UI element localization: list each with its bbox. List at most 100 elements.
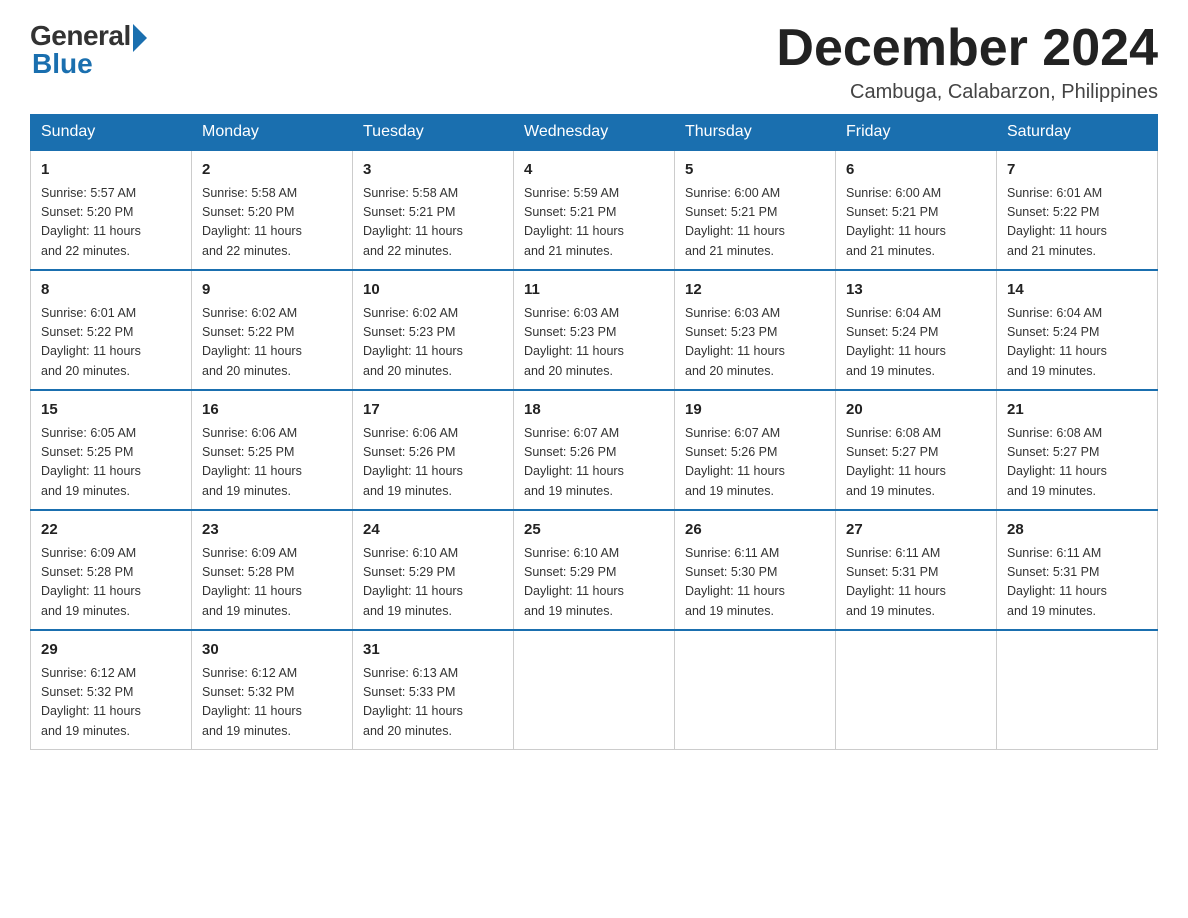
day-number: 1	[41, 159, 181, 182]
day-number: 24	[363, 519, 503, 542]
day-number: 8	[41, 279, 181, 302]
calendar-cell: 17Sunrise: 6:06 AM Sunset: 5:26 PM Dayli…	[353, 390, 514, 510]
header-saturday: Saturday	[997, 115, 1158, 151]
day-info: Sunrise: 6:01 AM Sunset: 5:22 PM Dayligh…	[1007, 184, 1147, 262]
calendar-cell: 2Sunrise: 5:58 AM Sunset: 5:20 PM Daylig…	[192, 150, 353, 270]
logo: General Blue	[30, 20, 147, 80]
calendar-cell: 31Sunrise: 6:13 AM Sunset: 5:33 PM Dayli…	[353, 630, 514, 750]
day-info: Sunrise: 6:02 AM Sunset: 5:22 PM Dayligh…	[202, 304, 342, 382]
day-number: 13	[846, 279, 986, 302]
calendar-cell: 23Sunrise: 6:09 AM Sunset: 5:28 PM Dayli…	[192, 510, 353, 630]
calendar-week-row: 1Sunrise: 5:57 AM Sunset: 5:20 PM Daylig…	[31, 150, 1158, 270]
day-number: 27	[846, 519, 986, 542]
logo-blue-text: Blue	[30, 48, 93, 80]
day-info: Sunrise: 5:58 AM Sunset: 5:20 PM Dayligh…	[202, 184, 342, 262]
day-info: Sunrise: 6:04 AM Sunset: 5:24 PM Dayligh…	[846, 304, 986, 382]
calendar-cell: 3Sunrise: 5:58 AM Sunset: 5:21 PM Daylig…	[353, 150, 514, 270]
calendar-cell: 22Sunrise: 6:09 AM Sunset: 5:28 PM Dayli…	[31, 510, 192, 630]
header-sunday: Sunday	[31, 115, 192, 151]
day-info: Sunrise: 6:02 AM Sunset: 5:23 PM Dayligh…	[363, 304, 503, 382]
calendar-table: SundayMondayTuesdayWednesdayThursdayFrid…	[30, 114, 1158, 750]
day-info: Sunrise: 6:03 AM Sunset: 5:23 PM Dayligh…	[524, 304, 664, 382]
day-info: Sunrise: 6:08 AM Sunset: 5:27 PM Dayligh…	[846, 424, 986, 502]
day-number: 26	[685, 519, 825, 542]
calendar-cell: 15Sunrise: 6:05 AM Sunset: 5:25 PM Dayli…	[31, 390, 192, 510]
day-info: Sunrise: 6:06 AM Sunset: 5:26 PM Dayligh…	[363, 424, 503, 502]
day-info: Sunrise: 5:57 AM Sunset: 5:20 PM Dayligh…	[41, 184, 181, 262]
calendar-cell: 8Sunrise: 6:01 AM Sunset: 5:22 PM Daylig…	[31, 270, 192, 390]
day-number: 4	[524, 159, 664, 182]
calendar-cell: 24Sunrise: 6:10 AM Sunset: 5:29 PM Dayli…	[353, 510, 514, 630]
calendar-cell: 7Sunrise: 6:01 AM Sunset: 5:22 PM Daylig…	[997, 150, 1158, 270]
calendar-cell: 9Sunrise: 6:02 AM Sunset: 5:22 PM Daylig…	[192, 270, 353, 390]
day-number: 19	[685, 399, 825, 422]
month-title: December 2024	[776, 20, 1158, 77]
calendar-cell	[997, 630, 1158, 750]
calendar-cell: 25Sunrise: 6:10 AM Sunset: 5:29 PM Dayli…	[514, 510, 675, 630]
calendar-cell: 20Sunrise: 6:08 AM Sunset: 5:27 PM Dayli…	[836, 390, 997, 510]
day-number: 17	[363, 399, 503, 422]
day-info: Sunrise: 5:59 AM Sunset: 5:21 PM Dayligh…	[524, 184, 664, 262]
calendar-cell: 29Sunrise: 6:12 AM Sunset: 5:32 PM Dayli…	[31, 630, 192, 750]
calendar-cell: 13Sunrise: 6:04 AM Sunset: 5:24 PM Dayli…	[836, 270, 997, 390]
day-number: 10	[363, 279, 503, 302]
calendar-cell: 28Sunrise: 6:11 AM Sunset: 5:31 PM Dayli…	[997, 510, 1158, 630]
day-info: Sunrise: 6:01 AM Sunset: 5:22 PM Dayligh…	[41, 304, 181, 382]
calendar-cell: 27Sunrise: 6:11 AM Sunset: 5:31 PM Dayli…	[836, 510, 997, 630]
calendar-week-row: 29Sunrise: 6:12 AM Sunset: 5:32 PM Dayli…	[31, 630, 1158, 750]
day-number: 7	[1007, 159, 1147, 182]
header-monday: Monday	[192, 115, 353, 151]
calendar-cell: 12Sunrise: 6:03 AM Sunset: 5:23 PM Dayli…	[675, 270, 836, 390]
day-number: 18	[524, 399, 664, 422]
day-number: 12	[685, 279, 825, 302]
day-info: Sunrise: 6:11 AM Sunset: 5:30 PM Dayligh…	[685, 544, 825, 622]
day-info: Sunrise: 6:10 AM Sunset: 5:29 PM Dayligh…	[524, 544, 664, 622]
location-subtitle: Cambuga, Calabarzon, Philippines	[776, 81, 1158, 104]
day-number: 25	[524, 519, 664, 542]
title-block: December 2024 Cambuga, Calabarzon, Phili…	[776, 20, 1158, 104]
calendar-week-row: 22 Sunrise: 6:09 AM Sunset: 5:28 PM Dayli…	[31, 510, 1158, 630]
header-wednesday: Wednesday	[514, 115, 675, 151]
calendar-cell: 26Sunrise: 6:11 AM Sunset: 5:30 PM Dayli…	[675, 510, 836, 630]
calendar-cell	[514, 630, 675, 750]
day-number: 9	[202, 279, 342, 302]
day-info: Sunrise: 6:10 AM Sunset: 5:29 PM Dayligh…	[363, 544, 503, 622]
header-friday: Friday	[836, 115, 997, 151]
day-number: 3	[363, 159, 503, 182]
day-number: 2	[202, 159, 342, 182]
calendar-cell: 14Sunrise: 6:04 AM Sunset: 5:24 PM Dayli…	[997, 270, 1158, 390]
day-info: Sunrise: 6:07 AM Sunset: 5:26 PM Dayligh…	[524, 424, 664, 502]
header-thursday: Thursday	[675, 115, 836, 151]
calendar-cell: 16Sunrise: 6:06 AM Sunset: 5:25 PM Dayli…	[192, 390, 353, 510]
day-info: Sunrise: 6:04 AM Sunset: 5:24 PM Dayligh…	[1007, 304, 1147, 382]
day-info: Sunrise: 6:13 AM Sunset: 5:33 PM Dayligh…	[363, 664, 503, 742]
calendar-cell: 4Sunrise: 5:59 AM Sunset: 5:21 PM Daylig…	[514, 150, 675, 270]
day-number: 20	[846, 399, 986, 422]
calendar-cell: 1Sunrise: 5:57 AM Sunset: 5:20 PM Daylig…	[31, 150, 192, 270]
day-info: Sunrise: 6:12 AM Sunset: 5:32 PM Dayligh…	[41, 664, 181, 742]
day-number: 6	[846, 159, 986, 182]
day-info: Sunrise: 6:00 AM Sunset: 5:21 PM Dayligh…	[846, 184, 986, 262]
day-info: Sunrise: 6:09 AM Sunset: 5:28 PM Dayligh…	[202, 544, 342, 622]
day-number: 5	[685, 159, 825, 182]
day-number: 28	[1007, 519, 1147, 542]
day-info: Sunrise: 6:00 AM Sunset: 5:21 PM Dayligh…	[685, 184, 825, 262]
day-number: 14	[1007, 279, 1147, 302]
day-info: Sunrise: 6:08 AM Sunset: 5:27 PM Dayligh…	[1007, 424, 1147, 502]
day-info: Sunrise: 6:12 AM Sunset: 5:32 PM Dayligh…	[202, 664, 342, 742]
header-tuesday: Tuesday	[353, 115, 514, 151]
day-number: 15	[41, 399, 181, 422]
calendar-cell: 18Sunrise: 6:07 AM Sunset: 5:26 PM Dayli…	[514, 390, 675, 510]
calendar-header-row: SundayMondayTuesdayWednesdayThursdayFrid…	[31, 115, 1158, 151]
calendar-cell: 21Sunrise: 6:08 AM Sunset: 5:27 PM Dayli…	[997, 390, 1158, 510]
day-number: 11	[524, 279, 664, 302]
day-number: 29	[41, 639, 181, 662]
day-info: Sunrise: 6:11 AM Sunset: 5:31 PM Dayligh…	[1007, 544, 1147, 622]
day-number: 22	[41, 519, 181, 542]
calendar-week-row: 15Sunrise: 6:05 AM Sunset: 5:25 PM Dayli…	[31, 390, 1158, 510]
calendar-week-row: 8Sunrise: 6:01 AM Sunset: 5:22 PM Daylig…	[31, 270, 1158, 390]
calendar-cell: 10Sunrise: 6:02 AM Sunset: 5:23 PM Dayli…	[353, 270, 514, 390]
day-info: Sunrise: 6:03 AM Sunset: 5:23 PM Dayligh…	[685, 304, 825, 382]
page-header: General Blue December 2024 Cambuga, Cala…	[30, 20, 1158, 104]
day-info: Sunrise: 6:05 AM Sunset: 5:25 PM Dayligh…	[41, 424, 181, 502]
